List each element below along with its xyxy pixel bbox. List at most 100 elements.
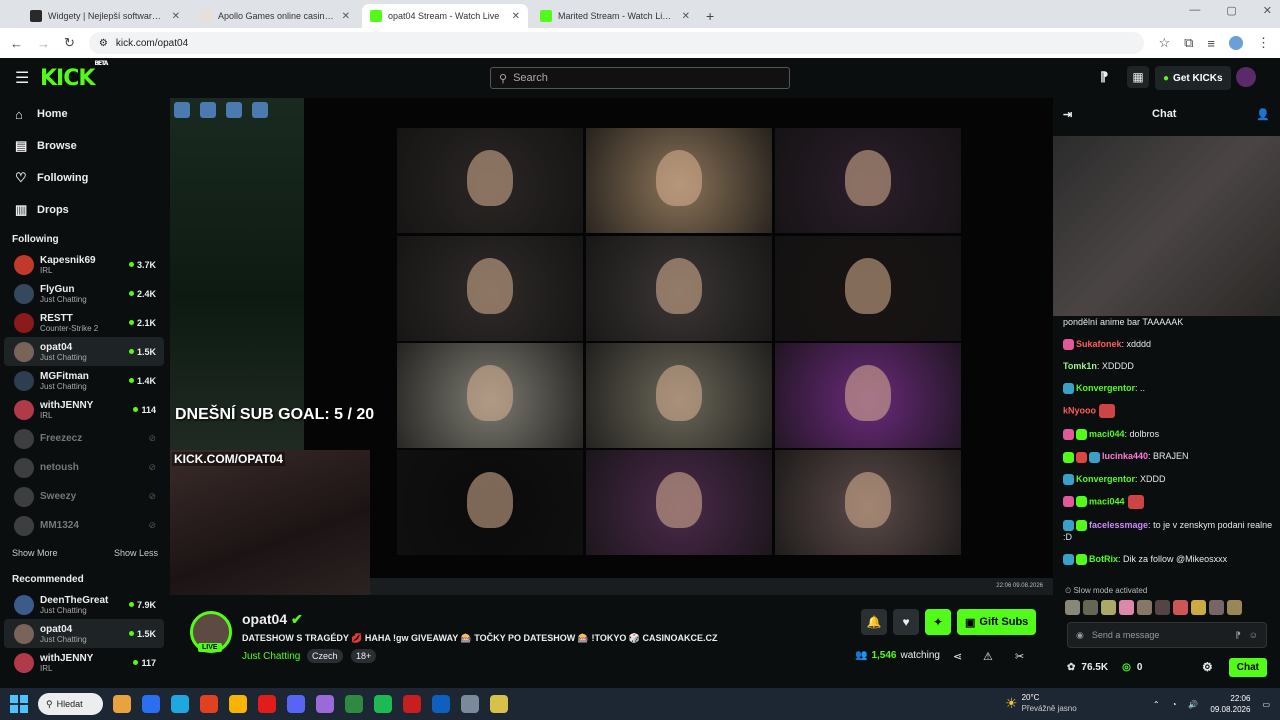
emote[interactable] [1209, 600, 1224, 615]
emoji-icon[interactable]: ☺ [1249, 630, 1258, 640]
tray-chevron-icon[interactable]: ⌃ [1153, 700, 1160, 709]
translate-icon[interactable]: ⁋ [1100, 69, 1108, 85]
close-window-icon[interactable]: ✕ [1263, 4, 1272, 17]
stream-category[interactable]: Just Chatting [242, 651, 300, 662]
notification-bell-button[interactable]: 🔔 [861, 609, 887, 635]
gift-subs-button[interactable]: ▣ Gift Subs [957, 609, 1037, 635]
nav-following[interactable]: ♡ Following [0, 162, 168, 194]
taskbar-app-icon[interactable] [142, 695, 160, 713]
network-icon[interactable]: ◔ [1172, 700, 1177, 709]
menu-icon[interactable]: ☰ [15, 68, 29, 88]
chat-username[interactable]: kNyooo [1063, 406, 1096, 416]
chat-username[interactable]: lucinka440 [1102, 451, 1148, 461]
chat-settings-icon[interactable]: ⚙ [1202, 660, 1213, 674]
channel-item[interactable]: withJENNY IRL 117 [4, 648, 164, 677]
follow-button[interactable]: ♥ [893, 609, 919, 635]
channel-item[interactable]: Freezecz ⊘ [4, 424, 164, 453]
chat-users-icon[interactable]: 👤 [1256, 108, 1270, 121]
taskbar-app-icon[interactable] [461, 695, 479, 713]
kicks-amount[interactable]: 76.5K [1081, 662, 1108, 673]
emote[interactable] [1191, 600, 1206, 615]
channel-item[interactable]: Sweezy ⊘ [4, 482, 164, 511]
channel-item[interactable]: netoush ⊘ [4, 453, 164, 482]
share-icon[interactable]: ⋖ [953, 650, 962, 663]
extensions-icon[interactable]: ⧉ [1184, 35, 1193, 51]
emote[interactable] [1155, 600, 1170, 615]
points-amount[interactable]: 0 [1137, 662, 1143, 673]
browser-menu-icon[interactable]: ⋮ [1257, 35, 1270, 51]
reload-icon[interactable]: ↻ [64, 35, 75, 51]
tab-close-icon[interactable]: ✕ [682, 11, 690, 22]
taskbar-app-icon[interactable] [403, 695, 421, 713]
url-field[interactable]: ⚙ kick.com/opat04 [88, 32, 1145, 54]
taskbar-app-icon[interactable] [432, 695, 450, 713]
show-less-button[interactable]: Show Less [114, 548, 158, 558]
taskbar-app-icon[interactable] [490, 695, 508, 713]
tab-close-icon[interactable]: ✕ [342, 11, 350, 22]
kick-logo[interactable]: KICKBETA [40, 60, 108, 91]
browse-grid-icon[interactable]: ▦ [1127, 66, 1149, 88]
channel-item[interactable]: Kapesnik69 IRL 3.7K [4, 250, 164, 279]
tab-close-icon[interactable]: ✕ [172, 11, 180, 22]
taskbar-app-icon[interactable] [229, 695, 247, 713]
emote[interactable] [1173, 600, 1188, 615]
nav-home[interactable]: ⌂ Home [0, 98, 168, 130]
clip-icon[interactable]: ✂ [1015, 650, 1024, 663]
subscribe-button[interactable]: ✦ [925, 609, 951, 635]
channel-item[interactable]: opat04 Just Chatting 1.5K [4, 337, 164, 366]
search-input[interactable]: ⚲ Search [490, 67, 790, 89]
emote[interactable] [1137, 600, 1152, 615]
emote[interactable] [1227, 600, 1242, 615]
report-icon[interactable]: ⚠ [983, 650, 993, 663]
chat-username[interactable]: facelessmage [1089, 520, 1148, 530]
tab-close-icon[interactable]: ✕ [512, 11, 520, 22]
channel-item[interactable]: DeenTheGreat Just Chatting 7.9K [4, 590, 164, 619]
windows-start-icon[interactable] [10, 695, 28, 713]
channel-item[interactable]: RESTT Counter-Strike 2 2.1K [4, 308, 164, 337]
taskbar-app-icon[interactable] [374, 695, 392, 713]
nav-drops[interactable]: ▥ Drops [0, 194, 168, 226]
video-player[interactable]: DNEŠNÍ SUB GOAL: 5 / 20 KICK.COM/OPAT04 … [170, 98, 1053, 595]
emote[interactable] [1101, 600, 1116, 615]
emote[interactable] [1083, 600, 1098, 615]
taskbar-app-icon[interactable] [316, 695, 334, 713]
chat-username[interactable]: maci044 [1089, 429, 1125, 439]
chat-username[interactable]: BotRix [1089, 554, 1118, 564]
taskbar-app-icon[interactable] [171, 695, 189, 713]
browser-tab[interactable]: opat04 Stream - Watch Live ✕ [362, 4, 528, 28]
site-info-icon[interactable]: ⚙ [99, 38, 108, 49]
chat-username[interactable]: Sukafonek [1076, 339, 1122, 349]
kick-emote-icon[interactable]: ⁋ [1235, 630, 1241, 641]
channel-item[interactable]: MGFitman Just Chatting 1.4K [4, 366, 164, 395]
bookmark-star-icon[interactable]: ☆ [1158, 35, 1170, 51]
chat-username[interactable]: Konvergentor [1076, 474, 1135, 484]
streamer-name[interactable]: opat04 ✔ [242, 611, 303, 628]
chat-username[interactable]: Tomk1n [1063, 361, 1097, 371]
send-chat-button[interactable]: Chat [1228, 657, 1267, 677]
user-avatar[interactable] [1236, 67, 1256, 87]
collapse-chat-icon[interactable]: ⇥ [1063, 108, 1072, 121]
profile-avatar[interactable] [1229, 36, 1243, 50]
emote[interactable] [1065, 600, 1080, 615]
channel-item[interactable]: withJENNY IRL 114 [4, 395, 164, 424]
notifications-icon[interactable]: ▭ [1262, 700, 1270, 709]
maximize-icon[interactable]: ▢ [1226, 4, 1236, 17]
taskbar-app-icon[interactable] [113, 695, 131, 713]
channel-item[interactable]: MM1324 ⊘ [4, 511, 164, 540]
channel-item[interactable]: opat04 Just Chatting 1.5K [4, 619, 164, 648]
chat-message-input[interactable]: ◉ Send a message ⁋ ☺ [1067, 622, 1267, 648]
taskbar-app-icon[interactable] [200, 695, 218, 713]
browser-tab[interactable]: Apollo Games online casino | 10 ✕ [192, 4, 358, 28]
browser-tab[interactable]: Widgety | Nejlepší software pro ✕ [22, 4, 188, 28]
chat-username[interactable]: Konvergentor [1076, 383, 1135, 393]
nav-browse[interactable]: ▤ Browse [0, 130, 168, 162]
new-tab-icon[interactable]: + [706, 4, 714, 28]
media-icon[interactable]: ≡ [1207, 36, 1215, 51]
chat-username[interactable]: maci044 [1089, 496, 1125, 506]
emote[interactable] [1119, 600, 1134, 615]
get-kicks-button[interactable]: ● Get KICKs [1155, 66, 1231, 90]
clock[interactable]: 22:06 09.08.2026 [1210, 693, 1250, 715]
tag-age[interactable]: 18+ [351, 649, 377, 663]
tag-language[interactable]: Czech [307, 649, 343, 663]
weather-widget[interactable]: ☀ 20°C Převážně jasno [1005, 692, 1077, 714]
